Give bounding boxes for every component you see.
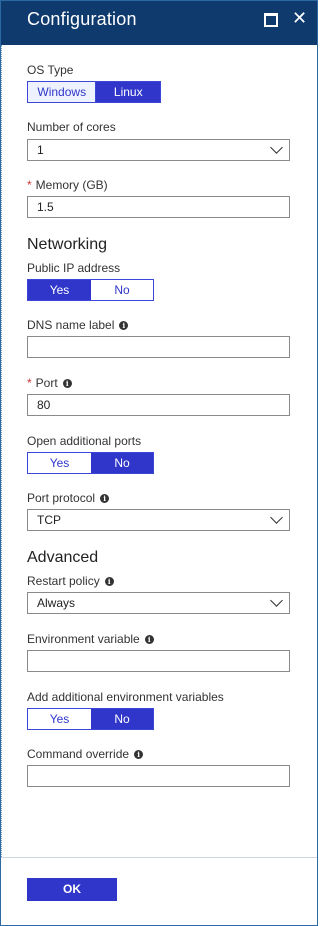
os-type-label: OS Type [27, 63, 74, 77]
required-marker: * [27, 178, 32, 192]
panel-left-border [1, 45, 3, 857]
port-protocol-select[interactable]: TCP [27, 509, 290, 531]
memory-label-text: Memory (GB) [35, 178, 108, 192]
restart-policy-value: Always [37, 596, 76, 610]
os-windows-option[interactable]: Windows [28, 82, 97, 102]
restart-policy-select[interactable]: Always [27, 592, 290, 614]
required-marker: * [27, 376, 32, 390]
chevron-down-icon [270, 141, 283, 154]
memory-label: * Memory (GB) [27, 178, 108, 192]
cores-select[interactable]: 1 [27, 139, 290, 161]
cores-value: 1 [37, 143, 44, 157]
info-icon[interactable]: i [144, 635, 154, 644]
advanced-heading: Advanced [27, 549, 99, 566]
dns-label-text: DNS name label [27, 318, 115, 332]
info-icon[interactable]: i [119, 321, 129, 330]
close-icon[interactable]: ✕ [292, 9, 308, 27]
panel-header: Configuration ✕ [1, 1, 317, 45]
env-var-input[interactable] [27, 650, 290, 672]
command-override-label: Command override i [27, 747, 144, 761]
chevron-down-icon [270, 511, 283, 524]
dns-label: DNS name label i [27, 318, 129, 332]
footer-divider [1, 857, 317, 858]
info-icon[interactable]: i [100, 494, 110, 503]
port-label: * Port i [27, 376, 72, 390]
port-input[interactable]: 80 [27, 394, 290, 416]
port-value: 80 [37, 398, 51, 412]
cores-label: Number of cores [27, 120, 116, 134]
add-env-toggle: Yes No [27, 708, 154, 730]
port-protocol-label-text: Port protocol [27, 491, 96, 505]
os-linux-option[interactable]: Linux [96, 82, 160, 102]
restart-policy-label-text: Restart policy [27, 574, 100, 588]
dns-input[interactable] [27, 336, 290, 358]
info-icon[interactable]: i [62, 379, 72, 388]
panel-title: Configuration [27, 9, 137, 29]
env-var-label: Environment variable i [27, 632, 154, 646]
add-env-yes[interactable]: Yes [28, 709, 91, 729]
port-protocol-value: TCP [37, 513, 61, 527]
open-ports-no[interactable]: No [91, 453, 153, 473]
os-type-toggle: Windows Linux [27, 81, 161, 103]
open-ports-yes[interactable]: Yes [28, 453, 91, 473]
command-override-label-text: Command override [27, 747, 130, 761]
open-ports-toggle: Yes No [27, 452, 154, 474]
port-label-text: Port [35, 376, 58, 390]
memory-value: 1.5 [37, 200, 54, 214]
add-env-no[interactable]: No [91, 709, 153, 729]
maximize-icon[interactable] [263, 11, 279, 27]
restart-policy-label: Restart policy i [27, 574, 114, 588]
memory-input[interactable]: 1.5 [27, 196, 290, 218]
open-ports-label: Open additional ports [27, 434, 142, 448]
port-protocol-label: Port protocol i [27, 491, 110, 505]
ok-button[interactable]: OK [27, 878, 117, 901]
public-ip-yes[interactable]: Yes [28, 280, 91, 300]
info-icon[interactable]: i [134, 750, 144, 759]
env-var-label-text: Environment variable [27, 632, 140, 646]
public-ip-toggle: Yes No [27, 279, 154, 301]
networking-heading: Networking [27, 236, 108, 253]
public-ip-label: Public IP address [27, 261, 121, 275]
command-override-input[interactable] [27, 765, 290, 787]
chevron-down-icon [270, 594, 283, 607]
info-icon[interactable]: i [104, 577, 114, 586]
add-env-label: Add additional environment variables [27, 690, 224, 704]
public-ip-no[interactable]: No [91, 280, 153, 300]
